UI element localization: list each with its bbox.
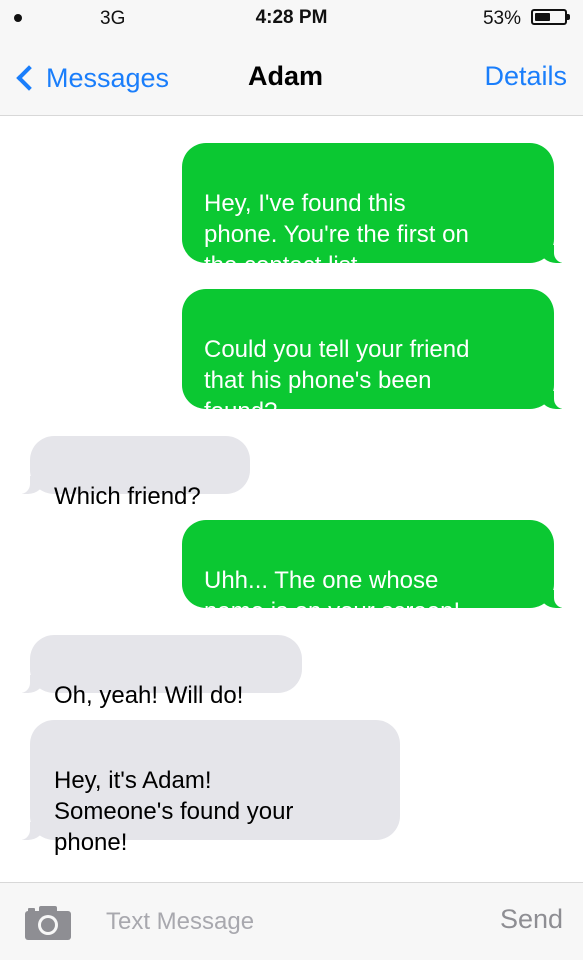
message-text-field[interactable] — [94, 899, 468, 945]
status-bar: 3G 4:28 PM 53% — [0, 0, 583, 36]
details-button[interactable]: Details — [484, 61, 567, 92]
message-text: Hey, it's Adam! Someone's found your pho… — [54, 767, 294, 856]
message-bubble-received: Hey, it's Adam! Someone's found your pho… — [10, 720, 400, 856]
send-button[interactable]: Send — [500, 904, 563, 935]
message-bubble-sent: Uhh... The one whose name is on your scr… — [182, 520, 574, 625]
chevron-left-icon — [16, 65, 42, 91]
conversation-title: Adam — [248, 61, 324, 91]
message-bubble-received: Oh, yeah! Will do! — [10, 635, 302, 709]
battery-icon — [531, 9, 570, 25]
message-input-bar: Send — [0, 882, 583, 960]
message-bubble-received: Which friend? — [10, 436, 250, 510]
back-button[interactable]: Messages — [12, 58, 169, 98]
camera-icon — [25, 906, 71, 940]
message-text: Uhh... The one whose name is on your scr… — [204, 567, 461, 625]
message-bubble-sent: Hey, I've found this phone. You're the f… — [182, 143, 574, 279]
battery-percent: 53% — [482, 8, 521, 29]
message-text: Oh, yeah! Will do! — [54, 682, 244, 709]
message-text: Could you tell your friend that his phon… — [204, 336, 470, 425]
battery-level — [535, 13, 550, 21]
message-bubble-sent: Could you tell your friend that his phon… — [182, 289, 574, 425]
message-text: Hey, I've found this phone. You're the f… — [204, 190, 469, 279]
navigation-bar: Messages Adam Details — [0, 36, 583, 116]
camera-button[interactable] — [24, 905, 72, 941]
back-button-label: Messages — [46, 62, 170, 93]
message-thread: Hey, I've found this phone. You're the f… — [0, 116, 583, 886]
message-text: Which friend? — [54, 483, 201, 510]
